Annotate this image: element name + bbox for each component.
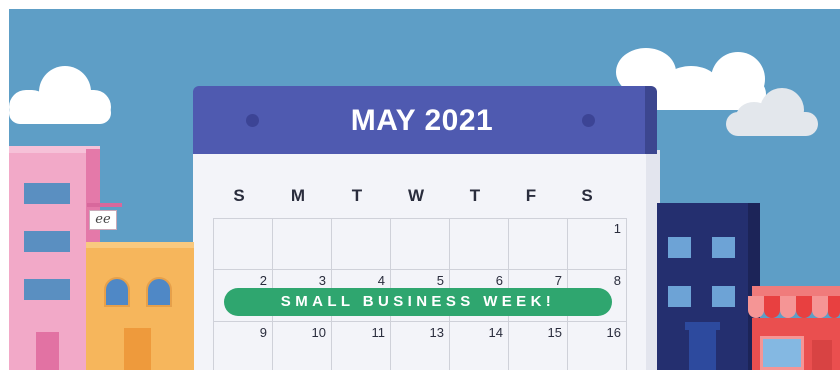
day-number: 9	[259, 325, 267, 340]
window	[24, 231, 70, 252]
day-number: 4	[377, 273, 385, 288]
weekday-sun: S	[233, 186, 245, 205]
weekday-thu: T	[469, 186, 481, 205]
weekday-fri: F	[525, 186, 537, 205]
shop-awning	[748, 296, 840, 318]
weekday-wed: W	[407, 186, 425, 205]
window	[712, 286, 735, 307]
shop-window	[760, 336, 804, 370]
day-number: 14	[488, 325, 503, 340]
day-number: 2	[259, 273, 267, 288]
cloud-grey	[726, 88, 820, 136]
hanging-sign: ee	[89, 210, 117, 230]
window	[668, 286, 691, 307]
weekday-mon: M	[290, 186, 306, 205]
navy-door-canopy	[685, 322, 720, 330]
day-number: 5	[436, 273, 444, 288]
day-number: 11	[371, 325, 386, 340]
day-number: 8	[613, 273, 621, 288]
pink-building-door	[36, 332, 59, 375]
month-title: MAY 2021	[350, 104, 494, 137]
arched-window	[146, 277, 172, 307]
bottom-border	[0, 370, 840, 375]
day-number: 13	[429, 325, 444, 340]
illustration-scene: MAY 2021 S M T W T F S 1 2 3 4 5 6 7 8 9…	[0, 0, 840, 375]
weekday-sat: S	[581, 186, 593, 205]
day-number: 10	[311, 325, 326, 340]
day-number: 1	[613, 221, 621, 236]
window	[24, 183, 70, 204]
day-number: 7	[554, 273, 562, 288]
navy-building-door	[689, 330, 716, 375]
day-number: 16	[606, 325, 621, 340]
window	[24, 279, 70, 300]
day-number: 3	[318, 273, 326, 288]
orange-building-door	[124, 328, 151, 375]
window	[712, 237, 735, 258]
day-number: 15	[547, 325, 562, 340]
day-number: 6	[495, 273, 503, 288]
sign-bracket	[87, 203, 122, 207]
window	[668, 237, 691, 258]
small-business-week-banner: SMALL BUSINESS WEEK!	[224, 288, 612, 316]
arched-window	[104, 277, 130, 307]
weekday-tue: T	[351, 186, 363, 205]
cloud-left	[9, 62, 114, 124]
